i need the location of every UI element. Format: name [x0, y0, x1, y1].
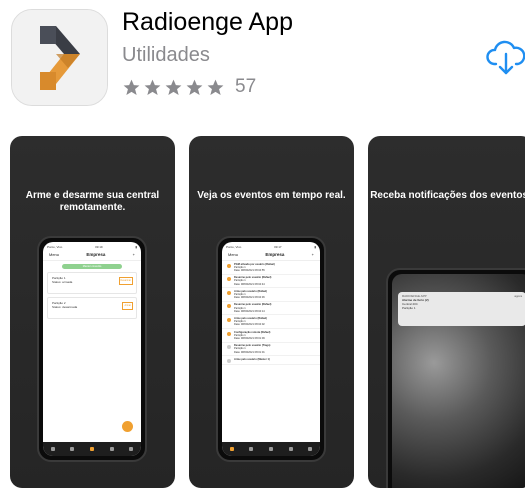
- app-title: Radioenge App: [122, 8, 293, 36]
- event-row: Arme pelo usuário (Master 1): [222, 356, 320, 366]
- partition-card: Partição 1 Status: armada Desarmar: [47, 272, 137, 294]
- event-row: Arme pelo usuário (Rafael) Partição 1 Data…: [222, 288, 320, 302]
- event-row: Desarme pelo usuário (Rafael) Partição 1D…: [222, 302, 320, 316]
- tab-icon: [229, 447, 234, 451]
- event-status-icon: [227, 358, 231, 363]
- event-row: Arme pelo usuário (Rafael) Partição 1 Data…: [222, 315, 320, 330]
- partition-card: Partição 2 Status: desarmada Armar: [47, 297, 137, 319]
- event-date: Data: 08/09/2021 08:04:02: [234, 323, 265, 327]
- screenshot-caption: Arme e desarme sua central remotamente.: [25, 190, 160, 213]
- phone-screen: Ponto, Vivo 09:17 ▮ Menu Empresa + PGM a…: [222, 242, 320, 456]
- app-navbar: Menu Empresa +: [43, 249, 141, 261]
- tab-icon: [50, 447, 55, 451]
- tab-icon: [70, 447, 75, 451]
- notification-line: Partição 1: [402, 306, 416, 310]
- screenshot-2[interactable]: Veja os eventos em tempo real. Ponto, Vi…: [189, 136, 354, 488]
- event-date: Data: 08/09/2021 08:01:09: [234, 336, 265, 340]
- tab-icon: [308, 447, 313, 451]
- event-row: Desarme pelo usuário (Tiago) Partição 1 Da…: [222, 343, 320, 357]
- event-status-icon: [227, 304, 231, 309]
- event-status-icon: [227, 277, 231, 282]
- notification-card: RADIOENGE APP agora Alarme de furto (2) …: [398, 292, 525, 326]
- phone-frame: Ponto, Vivo 09:17 ▮ Menu Empresa + PGM a…: [216, 236, 326, 462]
- add-icon: +: [132, 252, 135, 257]
- status-bar: Ponto, Vivo 09:19 ▮: [47, 245, 137, 249]
- screenshot-caption: Veja os eventos em tempo real.: [197, 190, 346, 201]
- add-icon: +: [311, 252, 314, 257]
- screenshot-caption: Receba notificações dos eventos.: [370, 190, 525, 201]
- app-icon[interactable]: [11, 9, 108, 106]
- event-status-icon: [227, 263, 231, 268]
- rating-count: 57: [235, 76, 257, 97]
- cloud-download-icon: [486, 40, 525, 75]
- tab-bar: [222, 442, 320, 456]
- tab-icon: [109, 447, 114, 451]
- star-icon: [144, 79, 161, 95]
- event-status-icon: [227, 331, 231, 336]
- menu-link: Menu: [49, 252, 60, 257]
- menu-link: Menu: [228, 252, 239, 257]
- notification-time: agora: [514, 294, 522, 298]
- event-row: Configuração remota (Rafael) Partição 1 Da…: [222, 329, 320, 343]
- event-date: Data: 08/09/2021 08:01:01: [234, 350, 265, 354]
- nav-title: Empresa: [265, 252, 285, 257]
- app-category[interactable]: Utilidades: [122, 44, 210, 67]
- tab-icon: [288, 447, 293, 451]
- screenshot-1[interactable]: Arme e desarme sua central remotamente. …: [10, 136, 175, 488]
- lock-screen: RADIOENGE APP agora Alarme de furto (2) …: [392, 274, 525, 488]
- tab-icon: [268, 447, 273, 451]
- screenshot-3[interactable]: Receba notificações dos eventos. RADIOEN…: [368, 136, 525, 488]
- star-icon: [207, 79, 224, 95]
- star-icon: [123, 79, 140, 95]
- phone-frame: Ponto, Vivo 09:19 ▮ Menu Empresa + Mante…: [37, 236, 147, 462]
- star-icon: [165, 79, 182, 95]
- status-bar: Ponto, Vivo 09:17 ▮: [226, 245, 316, 249]
- phone-frame: RADIOENGE APP agora Alarme de furto (2) …: [386, 268, 525, 488]
- connection-pill: Manter conexão: [62, 264, 122, 269]
- event-date: Data: 08/09/2021 08:04:36: [234, 296, 265, 300]
- download-button[interactable]: [486, 37, 525, 77]
- event-date: Data: 08/09/2021 08:04:14: [234, 309, 265, 313]
- event-status-icon: [227, 317, 231, 322]
- event-row: PGM ativada por usuário (Rafael) Partição…: [222, 261, 320, 275]
- rating-stars: 57: [122, 76, 256, 98]
- event-row: Desarme pelo usuário (Rafael) Partição 1D…: [222, 275, 320, 289]
- event-status-icon: [227, 345, 231, 350]
- phone-screen: Ponto, Vivo 09:19 ▮ Menu Empresa + Mante…: [43, 242, 141, 456]
- nav-title: Empresa: [86, 252, 106, 257]
- event-status-icon: [227, 290, 231, 295]
- app-navbar: Menu Empresa +: [222, 249, 320, 261]
- event-list: PGM ativada por usuário (Rafael) Partição…: [222, 261, 320, 366]
- tab-icon: [129, 447, 134, 451]
- tab-icon: [249, 447, 254, 451]
- event-title: Arme pelo usuário (Master 1): [234, 357, 270, 361]
- event-date: Data: 08/09/2021 08:04:55: [234, 268, 265, 272]
- fab-button: [122, 421, 133, 432]
- radioenge-logo-icon: [12, 10, 107, 105]
- star-icon: [186, 79, 203, 95]
- event-date: Data: 08/09/2021 08:04:44: [234, 282, 265, 286]
- battery-icon: ▮: [135, 245, 137, 249]
- tab-icon: [89, 447, 94, 451]
- tab-bar: [43, 442, 141, 456]
- battery-icon: ▮: [314, 245, 316, 249]
